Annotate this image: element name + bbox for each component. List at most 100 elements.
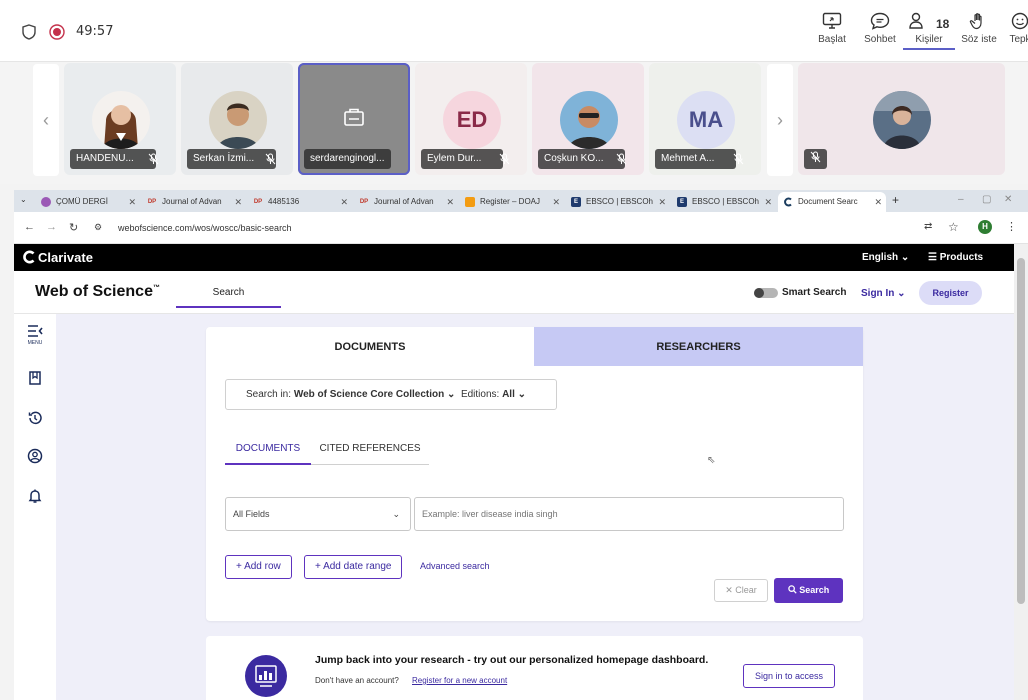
site-info-icon[interactable]: ⚙ xyxy=(94,222,102,233)
nav-search-tab[interactable]: Search xyxy=(176,271,281,308)
participant-name: Serkan İzmi... xyxy=(187,149,277,169)
dp-favicon-icon: DP xyxy=(359,199,369,205)
alerts-bell-icon[interactable] xyxy=(27,488,43,504)
register-button[interactable]: Register xyxy=(919,281,982,305)
tab-close-icon[interactable]: ✕ xyxy=(446,192,454,212)
register-link[interactable]: Register for a new account xyxy=(412,676,507,685)
reactions-button[interactable]: Tepk xyxy=(1000,12,1028,45)
page-scrollbar[interactable] xyxy=(1014,244,1028,700)
gallery-prev-button[interactable]: ‹ xyxy=(33,64,59,176)
tab-close-icon[interactable]: ✕ xyxy=(552,192,560,212)
browser-tab[interactable]: E EBSCO | EBSCOh ✕ xyxy=(566,192,670,212)
scrollbar-thumb[interactable] xyxy=(1017,258,1025,604)
chat-button[interactable]: Sohbet xyxy=(854,12,906,45)
tab-search-icon[interactable]: ⌄ xyxy=(20,195,27,204)
share-button[interactable]: Başlat xyxy=(806,12,858,45)
ebsco-favicon-icon: E xyxy=(677,197,687,207)
tab-close-icon[interactable]: ✕ xyxy=(764,192,772,212)
participant-tile[interactable]: HANDENU... xyxy=(64,63,176,175)
profile-icon[interactable] xyxy=(27,448,43,464)
sign-in-menu[interactable]: Sign In ⌄ xyxy=(861,288,906,299)
browser-tab[interactable]: DP 4485136 ✕ xyxy=(248,192,352,212)
reload-icon[interactable]: ↻ xyxy=(69,221,78,234)
participant-tile[interactable]: Serkan İzmi... xyxy=(181,63,293,175)
browser-tab[interactable]: ÇOMÜ DERGİ ✕ xyxy=(36,192,140,212)
tab-researchers[interactable]: RESEARCHERS xyxy=(534,327,863,366)
subtab-documents[interactable]: DOCUMENTS xyxy=(225,435,311,465)
reactions-label: Tepk xyxy=(1009,34,1028,45)
search-query-input[interactable] xyxy=(414,497,844,531)
participant-name: Eylem Dur... xyxy=(421,149,504,169)
no-account-text: Don't have an account? xyxy=(315,676,399,685)
browser-menu-icon[interactable]: ⋮ xyxy=(1006,220,1017,233)
wos-header: Web of Science™ Search Smart Search Sign… xyxy=(14,271,1014,314)
ebsco-favicon-icon: E xyxy=(571,197,581,207)
participant-tile[interactable]: MA Mehmet A... xyxy=(649,63,761,175)
maximize-icon[interactable]: ▢ xyxy=(982,194,991,205)
profile-avatar[interactable]: H xyxy=(978,220,992,234)
browser-tab[interactable]: DP Journal of Advan ✕ xyxy=(142,192,246,212)
clear-label: Clear xyxy=(735,585,757,595)
dashboard-chart-icon xyxy=(244,654,288,698)
browser-tab[interactable]: DP Journal of Advan ✕ xyxy=(354,192,458,212)
dp-favicon-icon: DP xyxy=(147,199,157,205)
search-in-value: Web of Science Core Collection xyxy=(293,389,445,400)
raise-hand-button[interactable]: Söz iste xyxy=(953,12,1005,45)
wos-logo[interactable]: Web of Science™ xyxy=(35,283,160,301)
advanced-search-link[interactable]: Advanced search xyxy=(420,561,490,571)
history-icon[interactable] xyxy=(27,410,43,426)
new-tab-button[interactable]: + xyxy=(892,193,899,207)
menu-button[interactable]: MENU xyxy=(24,324,46,346)
avatar xyxy=(560,91,618,149)
search-button[interactable]: Search xyxy=(774,578,843,603)
people-count-badge: 18 xyxy=(936,17,950,31)
minimize-icon[interactable]: – xyxy=(958,194,964,205)
avatar xyxy=(92,91,150,149)
language-selector[interactable]: English ⌄ xyxy=(862,252,909,263)
people-label: Kişiler xyxy=(915,34,943,45)
participant-tile[interactable]: Coşkun KO... xyxy=(532,63,644,175)
url-field[interactable]: webofscience.com/wos/woscc/basic-search xyxy=(118,223,292,233)
tab-close-icon[interactable]: ✕ xyxy=(234,192,242,212)
avatar-initials: MA xyxy=(677,91,735,149)
tab-close-icon[interactable]: ✕ xyxy=(874,192,882,212)
avatar xyxy=(209,91,267,149)
back-arrow-icon[interactable]: ← xyxy=(24,221,35,233)
field-select[interactable]: All Fields ⌄ xyxy=(225,497,411,531)
translate-icon[interactable]: ⇄ xyxy=(924,221,932,232)
browser-tab[interactable]: Register – DOAJ ✕ xyxy=(460,192,564,212)
participant-tile[interactable]: ED Eylem Dur... xyxy=(415,63,527,175)
gallery-next-button[interactable]: › xyxy=(767,64,793,176)
window-close-icon[interactable]: ✕ xyxy=(1004,194,1012,205)
tab-close-icon[interactable]: ✕ xyxy=(340,192,348,212)
menu-label: MENU xyxy=(27,340,43,346)
smart-search-toggle[interactable] xyxy=(754,288,778,298)
search-in-selector[interactable]: Search in: Web of Science Core Collectio… xyxy=(225,379,557,410)
sign-in-to-access-button[interactable]: Sign in to access xyxy=(743,664,835,688)
products-menu[interactable]: ☰ Products xyxy=(928,252,983,263)
muted-mic-icon xyxy=(148,153,159,165)
meeting-timer: 49:57 xyxy=(76,24,114,39)
sign-in-label: Sign In xyxy=(861,288,895,299)
marked-list-icon[interactable] xyxy=(27,370,43,386)
subtab-cited-references[interactable]: CITED REFERENCES xyxy=(311,435,429,465)
clear-button[interactable]: ✕ Clear xyxy=(714,579,768,602)
bookmark-star-icon[interactable]: ☆ xyxy=(948,220,959,234)
reaction-icon xyxy=(1000,12,1028,30)
dashboard-promo-card: Jump back into your research - try out o… xyxy=(206,636,863,700)
field-select-value: All Fields xyxy=(233,509,270,519)
participant-tile[interactable] xyxy=(798,63,1005,175)
tab-documents[interactable]: DOCUMENTS xyxy=(206,327,534,366)
tab-close-icon[interactable]: ✕ xyxy=(658,192,666,212)
dashboard-headline: Jump back into your research - try out o… xyxy=(315,654,709,666)
add-date-range-button[interactable]: + Add date range xyxy=(304,555,403,579)
clarivate-brand[interactable]: Clarivate xyxy=(38,250,93,265)
chat-icon xyxy=(854,12,906,30)
browser-tab[interactable]: E EBSCO | EBSCOh ✕ xyxy=(672,192,776,212)
participant-tile-presenting[interactable]: serdarenginogl... xyxy=(298,63,410,175)
tab-close-icon[interactable]: ✕ xyxy=(128,192,136,212)
add-row-button[interactable]: + Add row xyxy=(225,555,292,579)
forward-arrow-icon[interactable]: → xyxy=(46,221,57,233)
browser-tab-active[interactable]: Document Searc ✕ xyxy=(778,192,886,212)
raise-hand-label: Söz iste xyxy=(961,34,997,45)
